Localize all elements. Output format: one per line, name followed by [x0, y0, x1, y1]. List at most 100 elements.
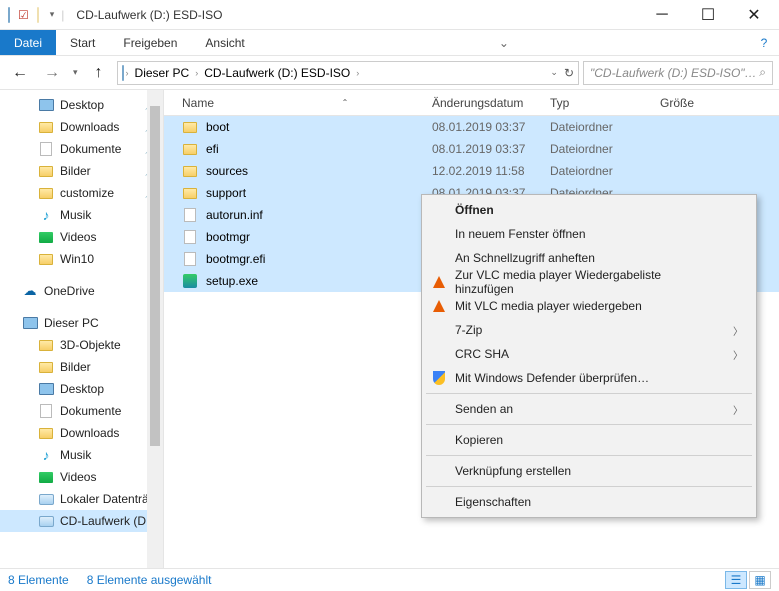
file-name: autorun.inf	[206, 208, 263, 222]
col-name-label: Name	[182, 96, 214, 110]
context-item[interactable]: Senden an〉	[425, 397, 753, 421]
chevron-right-icon[interactable]: ›	[126, 68, 129, 78]
folder-icon	[182, 141, 198, 157]
address-bar[interactable]: › Dieser PC › CD-Laufwerk (D:) ESD-ISO ›…	[117, 61, 579, 85]
new-folder-icon[interactable]	[37, 8, 39, 22]
nav-item[interactable]: Lokaler Datenträ	[0, 488, 163, 510]
folder-icon	[182, 185, 198, 201]
separator	[426, 455, 752, 456]
address-dropdown[interactable]: ⌄	[550, 67, 558, 78]
close-button[interactable]: ✕	[731, 0, 777, 30]
context-item[interactable]: An Schnellzugriff anheften	[425, 246, 753, 270]
nav-item[interactable]: ♪Musik	[0, 204, 163, 226]
nav-label: Musik	[60, 208, 91, 222]
tab-start[interactable]: Start	[56, 30, 109, 55]
separator	[426, 393, 752, 394]
col-size[interactable]: Größe	[652, 96, 779, 110]
nav-item[interactable]: Bilder📌	[0, 160, 163, 182]
col-type[interactable]: Typ	[542, 96, 652, 110]
context-item[interactable]: In neuem Fenster öffnen	[425, 222, 753, 246]
history-dropdown[interactable]: ▾	[70, 67, 81, 78]
nav-label: Dokumente	[60, 404, 121, 418]
file-row[interactable]: boot08.01.2019 03:37Dateiordner	[164, 116, 779, 138]
context-item[interactable]: Zur VLC media player Wiedergabeliste hin…	[425, 270, 753, 294]
qat-dropdown[interactable]: ▾	[47, 9, 58, 20]
nav-item[interactable]: Downloads📌	[0, 116, 163, 138]
music-icon: ♪	[38, 447, 54, 463]
drive-icon	[8, 8, 10, 22]
file-row[interactable]: sources12.02.2019 11:58Dateiordner	[164, 160, 779, 182]
context-label: Eigenschaften	[455, 495, 531, 509]
search-input[interactable]: "CD-Laufwerk (D:) ESD-ISO" d… ⌕	[583, 61, 773, 85]
folder-icon	[38, 425, 54, 441]
view-largeicons-button[interactable]: ▦	[749, 571, 771, 589]
scrollbar-thumb[interactable]	[150, 106, 160, 446]
nav-label: Downloads	[60, 120, 119, 134]
nav-item[interactable]: CD-Laufwerk (D:)	[0, 510, 163, 532]
sort-indicator-icon: ⌃	[342, 98, 349, 107]
chevron-right-icon: 〉	[733, 402, 743, 417]
nav-item[interactable]: customize📌	[0, 182, 163, 204]
maximize-button[interactable]: ☐	[685, 0, 731, 30]
nav-item[interactable]: Videos	[0, 466, 163, 488]
video-icon	[38, 469, 54, 485]
context-label: Mit VLC media player wiedergeben	[455, 299, 642, 313]
nav-label: Musik	[60, 448, 91, 462]
divider: |	[61, 8, 64, 22]
separator	[426, 486, 752, 487]
nav-onedrive[interactable]: ☁ OneDrive	[0, 280, 163, 302]
nav-item[interactable]: Dokumente📌	[0, 138, 163, 160]
context-item[interactable]: Mit VLC media player wiedergeben	[425, 294, 753, 318]
crumb-drive[interactable]: CD-Laufwerk (D:) ESD-ISO	[200, 66, 354, 80]
tab-view[interactable]: Ansicht	[191, 30, 258, 55]
col-name[interactable]: Name ⌃	[174, 96, 424, 110]
nav-item[interactable]: Videos	[0, 226, 163, 248]
nav-scrollbar[interactable]	[147, 90, 163, 568]
context-label: 7-Zip	[455, 323, 482, 337]
context-item[interactable]: Öffnen	[425, 198, 753, 222]
context-item[interactable]: Eigenschaften	[425, 490, 753, 514]
minimize-button[interactable]: ─	[639, 0, 685, 30]
video-icon	[38, 229, 54, 245]
context-item[interactable]: Kopieren	[425, 428, 753, 452]
view-details-button[interactable]: ☰	[725, 571, 747, 589]
refresh-button[interactable]: ↻	[564, 66, 574, 80]
nav-label: Videos	[60, 230, 96, 244]
nav-item[interactable]: Desktop	[0, 378, 163, 400]
file-icon	[38, 141, 54, 157]
help-button[interactable]: ?	[749, 30, 779, 55]
context-item[interactable]: Verknüpfung erstellen	[425, 459, 753, 483]
ribbon-expand-button[interactable]: ⌄	[489, 30, 519, 55]
chevron-right-icon: 〉	[733, 323, 743, 338]
col-date[interactable]: Änderungsdatum	[424, 96, 542, 110]
drive-icon	[38, 513, 54, 529]
properties-icon[interactable]: ☑	[18, 8, 29, 22]
nav-item[interactable]: Win10	[0, 248, 163, 270]
crumb-thispc[interactable]: Dieser PC	[131, 66, 194, 80]
context-item[interactable]: Mit Windows Defender überprüfen…	[425, 366, 753, 390]
nav-item[interactable]: Dokumente	[0, 400, 163, 422]
nav-item[interactable]: Downloads	[0, 422, 163, 444]
chevron-right-icon[interactable]: ›	[195, 68, 198, 78]
up-button[interactable]: ↑	[85, 59, 113, 87]
file-date: 12.02.2019 11:58	[424, 164, 542, 178]
nav-label: Bilder	[60, 360, 91, 374]
forward-button[interactable]: →	[38, 59, 66, 87]
back-button[interactable]: ←	[6, 59, 34, 87]
nav-item[interactable]: ♪ Musik	[0, 444, 163, 466]
nav-item[interactable]: Desktop📌	[0, 94, 163, 116]
navigation-pane[interactable]: Desktop📌Downloads📌Dokumente📌Bilder📌custo…	[0, 90, 164, 568]
chevron-right-icon[interactable]: ›	[356, 68, 359, 78]
tab-file[interactable]: Datei	[0, 30, 56, 55]
file-name: bootmgr	[206, 230, 250, 244]
file-row[interactable]: efi08.01.2019 03:37Dateiordner	[164, 138, 779, 160]
nav-item[interactable]: 3D-Objekte	[0, 334, 163, 356]
view-buttons: ☰ ▦	[725, 571, 771, 589]
nav-item[interactable]: Bilder	[0, 356, 163, 378]
tab-share[interactable]: Freigeben	[109, 30, 191, 55]
nav-thispc[interactable]: Dieser PC	[0, 312, 163, 334]
folder-icon	[182, 119, 198, 135]
context-item[interactable]: CRC SHA〉	[425, 342, 753, 366]
nav-label: customize	[60, 186, 114, 200]
context-item[interactable]: 7-Zip 〉	[425, 318, 753, 342]
